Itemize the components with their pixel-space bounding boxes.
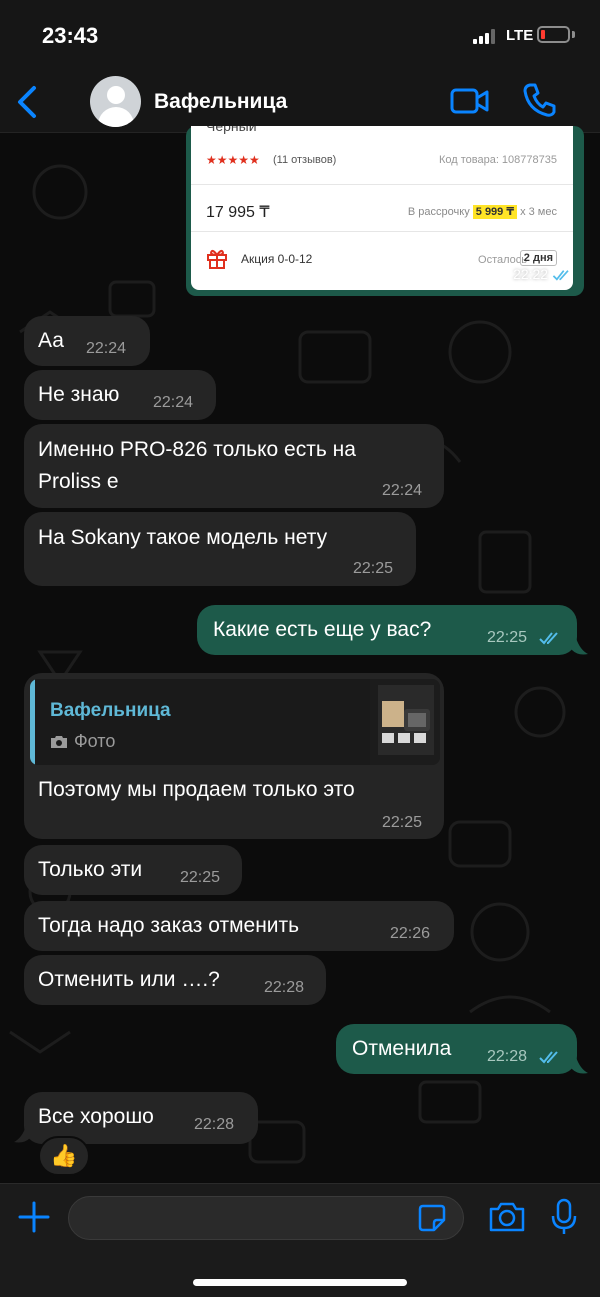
message-time: 22:24 xyxy=(86,340,127,357)
message-text: Тогда надо заказ отменить xyxy=(38,914,300,937)
reaction-badge[interactable]: 👍 xyxy=(38,1136,90,1176)
avatar[interactable] xyxy=(90,76,141,127)
product-price: 17 995 ₸ xyxy=(206,204,270,221)
product-code: Код товара: 108778735 xyxy=(438,154,557,166)
message-time: 22:25 xyxy=(180,869,221,886)
bubble-tail xyxy=(572,1057,588,1074)
rating-stars: ★★★★★ xyxy=(206,153,260,167)
message-input[interactable] xyxy=(68,1196,464,1240)
microphone-button[interactable] xyxy=(550,1198,578,1236)
signal-icon xyxy=(473,28,499,44)
microphone-icon xyxy=(551,1198,577,1234)
message-text: Все хорошо xyxy=(38,1105,154,1128)
message-time-text: 22:22 xyxy=(513,266,549,282)
message-time: 22:28 xyxy=(194,1116,235,1133)
chat-screen: 23:43 LTE Вафельница Чёрный ★★★★★ (11 от… xyxy=(0,0,600,1297)
reviews-count: (11 отзывов) xyxy=(273,154,337,166)
message-text-line: Именно PRO-826 только есть на xyxy=(38,438,356,461)
message-text: Какие есть еще у вас? xyxy=(213,618,432,641)
sticker-icon xyxy=(418,1204,446,1232)
remaining-badge: 2 дня xyxy=(519,250,557,266)
message-time: 22:22 xyxy=(513,266,572,282)
chevron-left-icon xyxy=(18,86,36,118)
plus-icon xyxy=(18,1201,50,1233)
chat-title[interactable]: Вафельница xyxy=(154,90,287,114)
back-button[interactable] xyxy=(12,82,46,122)
message-text: Отменила xyxy=(352,1037,452,1060)
incoming-message[interactable]: Только эти 22:25 xyxy=(24,845,242,895)
message-text: Аа xyxy=(38,329,64,352)
read-ticks-icon xyxy=(539,1051,558,1064)
outgoing-message[interactable]: Отменила 22:28 xyxy=(336,1024,577,1074)
card-divider xyxy=(191,184,573,185)
installment-suffix: x 3 мес xyxy=(520,206,557,218)
incoming-message[interactable]: Именно PRO-826 только есть на Proliss е … xyxy=(24,424,444,508)
incoming-message[interactable]: Тогда надо заказ отменить 22:26 xyxy=(24,901,454,951)
product-title: Чёрный xyxy=(206,126,257,134)
quote-bar xyxy=(30,679,35,765)
incoming-message[interactable]: Отменить или ….? 22:28 xyxy=(24,955,326,1005)
video-call-icon xyxy=(450,88,489,114)
outgoing-message[interactable]: Какие есть еще у вас? 22:25 xyxy=(197,605,577,655)
incoming-message[interactable]: Не знаю 22:24 xyxy=(24,370,216,420)
message-text: Отменить или ….? xyxy=(38,968,220,991)
promo-label: Акция 0-0-12 xyxy=(241,252,313,266)
quote-author: Вафельница xyxy=(50,700,171,721)
quote-type: Фото xyxy=(74,731,116,751)
status-bar: 23:43 LTE xyxy=(0,0,600,70)
bubble-tail xyxy=(14,1126,30,1143)
phone-icon xyxy=(523,83,556,117)
bubble-tail xyxy=(572,638,588,655)
battery-icon xyxy=(537,26,570,43)
product-card-message[interactable]: Чёрный ★★★★★ (11 отзывов) Код товара: 10… xyxy=(186,126,584,296)
message-time: 22:24 xyxy=(382,482,423,499)
message-text-line: Proliss е xyxy=(38,470,119,493)
card-divider xyxy=(191,231,573,232)
battery-cap xyxy=(572,31,575,38)
incoming-message[interactable]: Аа 22:24 xyxy=(24,316,150,366)
avatar-body xyxy=(98,107,134,127)
message-time: 22:25 xyxy=(487,629,528,646)
message-time: 22:28 xyxy=(264,979,305,996)
message-time: 22:26 xyxy=(390,925,431,942)
message-time: 22:25 xyxy=(353,560,394,577)
incoming-reply-message[interactable]: Вафельница Фото Поэтому мы продаем тольк… xyxy=(24,673,444,839)
installment-prefix: В рассрочку xyxy=(407,206,470,218)
incoming-message[interactable]: На Sokany такое модель нету 22:25 xyxy=(24,512,416,586)
reply-quote[interactable]: Вафельница Фото xyxy=(30,679,440,765)
status-time: 23:43 xyxy=(42,23,99,48)
avatar-head xyxy=(107,86,125,104)
installment-info: В рассрочку 5 999 ₸ x 3 мес xyxy=(407,205,557,219)
chat-header: Вафельница xyxy=(0,70,600,133)
video-call-button[interactable] xyxy=(450,86,490,116)
read-ticks-icon xyxy=(539,632,558,645)
message-text: На Sokany такое модель нету xyxy=(38,526,328,549)
message-text: Поэтому мы продаем только это xyxy=(38,778,355,801)
voice-call-button[interactable] xyxy=(522,82,556,118)
attach-button[interactable] xyxy=(17,1200,51,1234)
message-text: Не знаю xyxy=(38,383,120,406)
quote-thumbnail[interactable] xyxy=(370,679,440,765)
camera-button[interactable] xyxy=(488,1201,526,1233)
waffle-maker-photo xyxy=(378,685,434,755)
camera-icon xyxy=(489,1202,525,1232)
input-bar xyxy=(0,1183,600,1297)
home-indicator[interactable] xyxy=(193,1279,407,1286)
sticker-button[interactable] xyxy=(417,1203,447,1233)
message-time: 22:25 xyxy=(382,814,423,831)
installment-amount: 5 999 ₸ xyxy=(472,205,518,219)
message-time: 22:28 xyxy=(487,1048,528,1065)
gift-icon xyxy=(207,249,227,269)
read-ticks-icon xyxy=(552,270,569,281)
message-text: Только эти xyxy=(38,858,143,881)
message-time: 22:24 xyxy=(153,394,194,411)
network-type: LTE xyxy=(506,27,534,44)
camera-icon xyxy=(51,736,67,748)
